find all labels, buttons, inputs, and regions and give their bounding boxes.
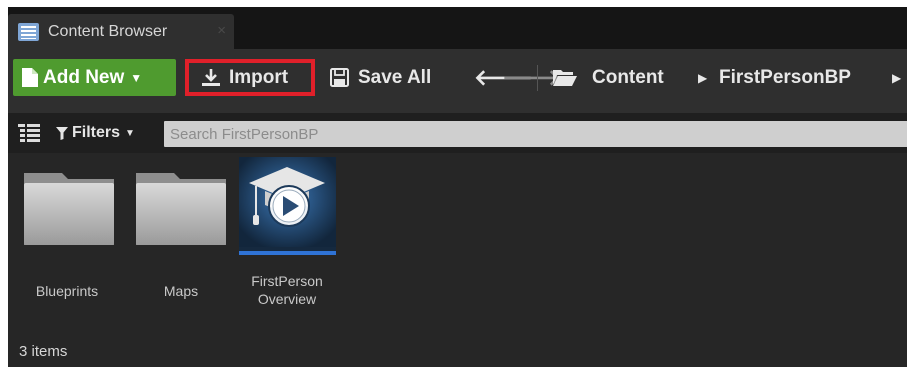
- breadcrumb-firstpersonbp[interactable]: FirstPersonBP: [719, 59, 851, 96]
- save-icon: [330, 68, 349, 87]
- import-button[interactable]: Import: [185, 59, 315, 96]
- tab-content-browser[interactable]: Content Browser ×: [8, 14, 234, 49]
- filters-label: Filters: [72, 124, 121, 141]
- asset-label: FirstPerson Overview: [227, 272, 347, 308]
- asset-label-line2: Overview: [257, 291, 317, 307]
- tab-strip: Content Browser ×: [8, 7, 907, 49]
- tutorial-graduation-cap-icon: [239, 157, 336, 247]
- breadcrumb-separator-icon[interactable]: ▶: [698, 59, 707, 96]
- content-browser-window: Content Browser × Add New ▼ Import Save …: [8, 7, 907, 367]
- asset-label: Blueprints: [35, 283, 99, 299]
- save-all-button[interactable]: Save All: [330, 59, 431, 96]
- import-icon: [202, 68, 220, 86]
- breadcrumb-content[interactable]: Content: [592, 59, 664, 96]
- new-document-icon: [22, 68, 38, 87]
- filters-button[interactable]: Filters ▼: [56, 122, 135, 144]
- item-count: 3 items: [19, 343, 68, 360]
- close-tab-icon[interactable]: ×: [217, 22, 226, 39]
- asset-label: Maps: [163, 283, 199, 299]
- filter-bar: Filters ▼: [8, 113, 907, 153]
- asset-label-line1: FirstPerson: [251, 273, 323, 289]
- save-all-label: Save All: [358, 66, 432, 88]
- add-new-button[interactable]: Add New ▼: [13, 59, 176, 96]
- folder-open-icon: [553, 59, 577, 96]
- folder-icon: [136, 173, 226, 245]
- chevron-down-icon: ▼: [125, 127, 135, 139]
- chevron-down-icon: ▼: [130, 70, 143, 85]
- import-label: Import: [229, 66, 289, 88]
- add-new-label: Add New: [43, 66, 125, 88]
- toolbar-divider: [537, 65, 538, 91]
- asset-firstperson-overview[interactable]: [239, 157, 336, 255]
- breadcrumb-separator-icon[interactable]: ▶: [892, 59, 901, 96]
- content-browser-icon: [18, 22, 39, 41]
- sources-panel-icon[interactable]: [18, 124, 40, 142]
- folder-icon: [24, 173, 114, 245]
- search-input[interactable]: [164, 121, 907, 147]
- funnel-icon: [56, 126, 68, 140]
- toolbar: Add New ▼ Import Save All 🡐 🡒 Content ▶ …: [8, 49, 907, 113]
- asset-view: Blueprints Maps FirstPerson Overview 3 i…: [8, 153, 907, 367]
- tab-title: Content Browser: [48, 22, 168, 40]
